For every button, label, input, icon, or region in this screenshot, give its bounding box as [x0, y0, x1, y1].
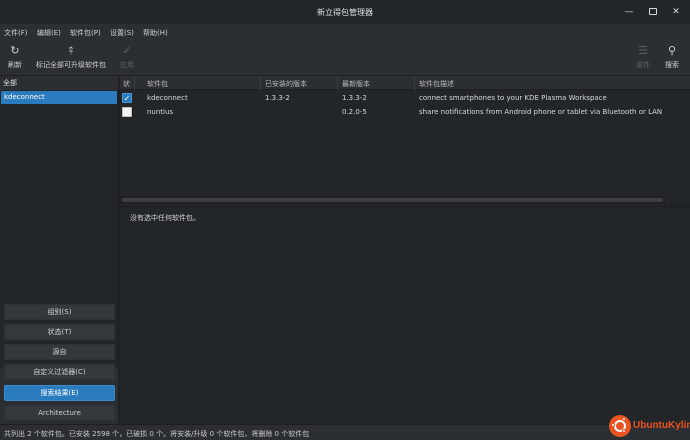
properties-icon: ☰: [638, 44, 648, 57]
menu-file[interactable]: 文件(F): [4, 28, 28, 38]
filter-architecture-button[interactable]: Architecture: [4, 405, 115, 421]
menu-settings[interactable]: 设置(S): [110, 28, 134, 38]
minimize-button[interactable]: —: [622, 5, 636, 19]
vertical-scrollbar[interactable]: [679, 207, 690, 424]
column-installed-version[interactable]: 已安装的版本: [265, 79, 307, 89]
package-description: share notifications from Android phone o…: [419, 108, 663, 116]
apply-icon: ✓: [122, 44, 132, 57]
status-text: 共列出 2 个软件包。已安装 2598 个，已破损 0 个。将安装/升级 0 个…: [4, 430, 310, 438]
column-package[interactable]: 软件包: [147, 79, 168, 89]
status-bar: 共列出 2 个软件包。已安装 2598 个，已破损 0 个。将安装/升级 0 个…: [0, 424, 690, 440]
window-title: 新立得包管理器: [317, 8, 373, 17]
column-divider: [414, 76, 415, 90]
apply-button[interactable]: ✓ 应用: [117, 43, 137, 70]
installed-checkbox[interactable]: ✓: [122, 93, 132, 103]
refresh-icon: ↻: [10, 44, 20, 57]
package-details-pane: 没有选中任何软件包。: [120, 207, 690, 424]
column-divider: [260, 76, 261, 90]
search-label: 搜索: [665, 61, 679, 69]
package-description: connect smartphones to your KDE Plasma W…: [419, 94, 607, 102]
reload-button[interactable]: ↻ 刷新: [5, 43, 25, 70]
ubuntu-circle-icon: [609, 415, 631, 437]
column-latest-version[interactable]: 最新版本: [342, 79, 370, 89]
horizontal-scrollbar[interactable]: [120, 196, 665, 204]
no-selection-message: 没有选中任何软件包。: [130, 214, 200, 222]
filter-search-results-button[interactable]: 搜索结果(E): [4, 385, 115, 401]
package-name: nuntius: [147, 108, 174, 116]
reload-label: 刷新: [8, 61, 22, 69]
latest-version: 1.3.3-2: [342, 94, 367, 102]
scrollbar-thumb[interactable]: [122, 198, 663, 202]
mark-all-upgrades-button[interactable]: ⤉ 标记全部可升级软件包: [34, 43, 108, 70]
sidebar: 全部 kdeconnect 组别(S) 状态(T) 源自 自定义过滤器(C) 搜…: [0, 76, 118, 424]
properties-button[interactable]: ☰ 属性: [633, 43, 653, 70]
close-button[interactable]: ✕: [669, 5, 683, 19]
filter-status-button[interactable]: 状态(T): [4, 324, 115, 340]
filter-custom-button[interactable]: 自定义过滤器(C): [4, 364, 115, 380]
search-icon: ⚲: [667, 44, 677, 57]
upgrade-icon: ⤉: [68, 44, 74, 57]
logo-text: UbuntuKylin: [633, 420, 690, 431]
package-table: 状 软件包 已安装的版本 最新版本 软件包描述 ✓ kdeconnect 1.3…: [120, 76, 690, 206]
filter-origin-button[interactable]: 源自: [4, 344, 115, 360]
table-row[interactable]: nuntius 0.2.0-5 share notifications from…: [120, 105, 690, 119]
toolbar: ↻ 刷新 ⤉ 标记全部可升级软件包 ✓ 应用 ☰ 属性 ⚲ 搜索: [0, 40, 690, 76]
table-header: 状 软件包 已安装的版本 最新版本 软件包描述: [120, 76, 690, 90]
latest-version: 0.2.0-5: [342, 108, 367, 116]
menu-edit[interactable]: 编辑(E): [37, 28, 61, 38]
installed-version: 1.3.3-2: [265, 94, 290, 102]
column-status[interactable]: 状: [123, 79, 130, 89]
menu-package[interactable]: 软件包(P): [70, 28, 101, 38]
column-description[interactable]: 软件包描述: [419, 79, 454, 89]
maximize-button[interactable]: [646, 5, 660, 19]
apply-label: 应用: [120, 61, 134, 69]
install-checkbox[interactable]: [122, 107, 132, 117]
column-divider: [134, 76, 135, 90]
maximize-icon: [649, 8, 657, 15]
sidebar-header[interactable]: 全部: [0, 78, 118, 90]
menu-bar: 文件(F) 编辑(E) 软件包(P) 设置(S) 帮助(H): [0, 24, 690, 40]
package-name: kdeconnect: [147, 94, 188, 102]
properties-label: 属性: [636, 61, 650, 69]
mark-all-label: 标记全部可升级软件包: [36, 61, 106, 69]
sidebar-item-kdeconnect[interactable]: kdeconnect: [1, 91, 117, 104]
table-row[interactable]: ✓ kdeconnect 1.3.3-2 1.3.3-2 connect sma…: [120, 91, 690, 105]
title-bar: 新立得包管理器 — ✕: [0, 0, 690, 24]
search-button[interactable]: ⚲ 搜索: [662, 43, 682, 70]
menu-help[interactable]: 帮助(H): [143, 28, 168, 38]
filter-sections-button[interactable]: 组别(S): [4, 304, 115, 320]
column-divider: [337, 76, 338, 90]
